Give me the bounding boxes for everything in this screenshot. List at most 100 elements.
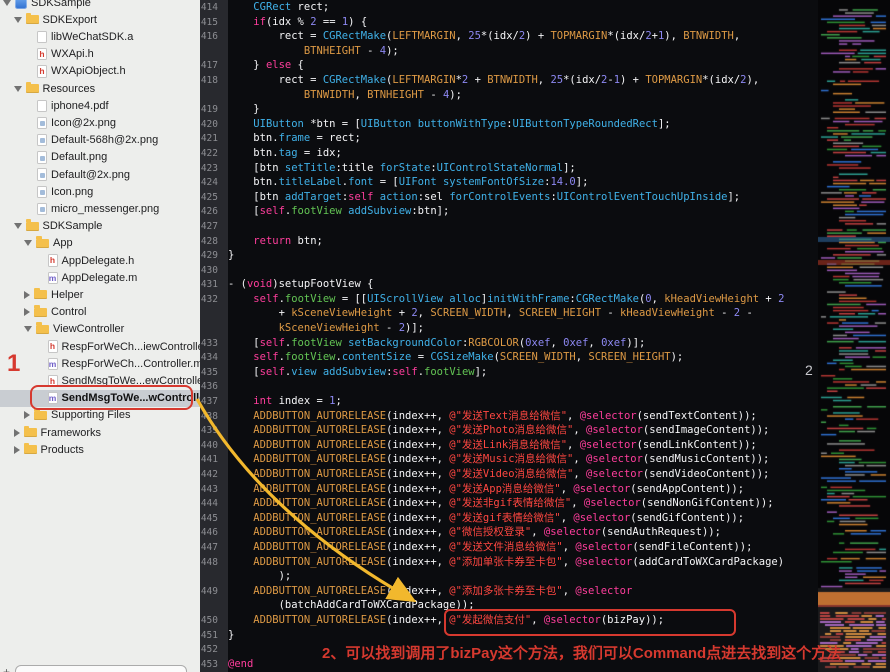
code-line[interactable]: 425 [btn addTarget:self action:sel forCo… bbox=[200, 190, 818, 205]
code-line[interactable]: 442 ADDBUTTON_AUTORELEASE(index++, @"发送V… bbox=[200, 467, 818, 482]
file-tree-item[interactable]: h WXApi.h bbox=[0, 46, 200, 63]
file-tree-item[interactable]: App bbox=[0, 235, 200, 252]
code-line[interactable]: 434 self.footView.contentSize = CGSizeMa… bbox=[200, 350, 818, 365]
file-tree-item[interactable]: SDKExport bbox=[0, 11, 200, 28]
disclosure-triangle-icon[interactable] bbox=[13, 223, 22, 230]
code-line[interactable]: ); bbox=[200, 569, 818, 584]
image-file-icon bbox=[37, 151, 47, 164]
disclosure-triangle-icon[interactable] bbox=[3, 0, 11, 6]
line-number: 433 bbox=[200, 337, 218, 349]
code-editor[interactable]: 414 CGRect rect; 415 if(idx % 2 == 1) {41… bbox=[200, 0, 818, 672]
disclosure-triangle-icon[interactable] bbox=[24, 326, 32, 333]
line-number: 414 bbox=[200, 2, 218, 13]
header-file-icon: h bbox=[37, 47, 47, 61]
line-number: 432 bbox=[200, 293, 218, 305]
file-tree-item[interactable]: h WXApiObject.h bbox=[0, 63, 200, 80]
code-line[interactable]: 415 if(idx % 2 == 1) { bbox=[200, 15, 818, 30]
disclosure-triangle-icon[interactable] bbox=[24, 290, 30, 299]
code-line[interactable]: 416 rect = CGRectMake(LEFTMARGIN, 25*(id… bbox=[200, 29, 818, 44]
file-tree-item[interactable]: Default.png bbox=[0, 149, 200, 166]
file-name: Products bbox=[40, 443, 84, 456]
line-number: 420 bbox=[200, 118, 218, 130]
file-tree-item[interactable]: Icon.png bbox=[0, 183, 200, 200]
code-line[interactable]: kSceneViewHeight - 2)]; bbox=[200, 321, 818, 336]
file-tree-item[interactable]: Products bbox=[0, 441, 200, 458]
image-file-icon bbox=[37, 133, 47, 147]
line-number: 453 bbox=[200, 658, 218, 670]
file-tree-item[interactable]: Icon@2x.png bbox=[0, 114, 200, 131]
folder-icon bbox=[25, 81, 39, 94]
code-line[interactable]: 432 self.footView = [[UIScrollView alloc… bbox=[200, 292, 818, 307]
line-number: 439 bbox=[200, 425, 218, 437]
add-button[interactable]: + bbox=[3, 665, 10, 672]
folder-icon bbox=[23, 442, 37, 455]
file-tree-item[interactable]: Resources bbox=[0, 80, 200, 97]
file-tree-item[interactable]: Frameworks bbox=[0, 424, 200, 441]
code-line[interactable]: 423 [btn setTitle:title forState:UIContr… bbox=[200, 161, 818, 176]
file-tree-item[interactable]: SDKSample bbox=[0, 0, 200, 11]
file-name: WXApiObject.h bbox=[51, 65, 126, 78]
code-line[interactable]: 419 } bbox=[200, 102, 818, 117]
file-tree-item[interactable]: Default-568h@2x.png bbox=[0, 132, 200, 149]
disclosure-triangle-icon[interactable] bbox=[13, 16, 22, 23]
code-line[interactable]: 427 bbox=[200, 219, 818, 234]
disclosure-triangle-icon[interactable] bbox=[13, 85, 22, 92]
code-line[interactable]: 441 ADDBUTTON_AUTORELEASE(index++, @"发送M… bbox=[200, 452, 818, 467]
file-tree-item[interactable]: libWeChatSDK.a bbox=[0, 28, 200, 45]
code-line[interactable]: 429} bbox=[200, 248, 818, 263]
file-tree-item[interactable]: m RespForWeCh...Controller.mm bbox=[0, 355, 200, 372]
code-line[interactable]: 447 ADDBUTTON_AUTORELEASE(index++, @"发送文… bbox=[200, 540, 818, 555]
minimap[interactable] bbox=[818, 0, 890, 672]
code-line[interactable]: 446 ADDBUTTON_AUTORELEASE(index++, @"微信授… bbox=[200, 525, 818, 540]
file-name: AppDelegate.h bbox=[61, 254, 135, 267]
file-tree-item[interactable]: micro_messenger.png bbox=[0, 200, 200, 217]
line-number: 452 bbox=[200, 644, 218, 656]
code-line[interactable]: 449 ADDBUTTON_AUTORELEASE(index++, @"添加多… bbox=[200, 584, 818, 599]
file-tree-item[interactable]: Helper bbox=[0, 286, 200, 303]
code-line[interactable]: 430 bbox=[200, 263, 818, 278]
code-line[interactable]: 435 [self.view addSubview:self.footView]… bbox=[200, 365, 818, 380]
code-line[interactable]: 418 rect = CGRectMake(LEFTMARGIN*2 + BTN… bbox=[200, 73, 818, 88]
code-line[interactable]: BTNWIDTH, BTNHEIGHT - 4); bbox=[200, 88, 818, 103]
code-line[interactable]: 431- (void)setupFootView { bbox=[200, 277, 818, 292]
file-tree-item[interactable]: h AppDelegate.h bbox=[0, 252, 200, 269]
file-tree-item[interactable]: iphone4.pdf bbox=[0, 97, 200, 114]
code-line[interactable]: 414 CGRect rect; bbox=[200, 0, 818, 15]
code-line[interactable]: 417 } else { bbox=[200, 58, 818, 73]
file-tree-item[interactable]: m AppDelegate.m bbox=[0, 269, 200, 286]
file-tree-item[interactable]: SDKSample bbox=[0, 218, 200, 235]
code-line[interactable]: 438 ADDBUTTON_AUTORELEASE(index++, @"发送T… bbox=[200, 409, 818, 424]
line-number: 423 bbox=[200, 162, 218, 174]
filter-input[interactable] bbox=[15, 665, 187, 672]
code-line[interactable]: 444 ADDBUTTON_AUTORELEASE(index++, @"发送非… bbox=[200, 496, 818, 511]
code-line[interactable]: 439 ADDBUTTON_AUTORELEASE(index++, @"发送P… bbox=[200, 423, 818, 438]
code-line[interactable]: 433 [self.footView setBackgroundColor:RG… bbox=[200, 336, 818, 351]
file-tree-item[interactable]: Default@2x.png bbox=[0, 166, 200, 183]
header-file-icon: h bbox=[37, 65, 47, 78]
disclosure-triangle-icon[interactable] bbox=[24, 308, 30, 317]
disclosure-triangle-icon[interactable] bbox=[13, 445, 20, 454]
disclosure-triangle-icon[interactable] bbox=[24, 240, 32, 247]
line-number: 426 bbox=[200, 206, 218, 218]
generic-file-icon bbox=[37, 99, 47, 113]
code-line[interactable]: + kSceneViewHeight + 2, SCREEN_WIDTH, SC… bbox=[200, 306, 818, 321]
code-line[interactable]: 445 ADDBUTTON_AUTORELEASE(index++, @"发送g… bbox=[200, 511, 818, 526]
disclosure-triangle-icon[interactable] bbox=[24, 411, 30, 420]
code-line[interactable]: 420 UIButton *btn = [UIButton buttonWith… bbox=[200, 117, 818, 132]
file-tree-item[interactable]: Control bbox=[0, 304, 200, 321]
code-line[interactable]: 422 btn.tag = idx; bbox=[200, 146, 818, 161]
code-line[interactable]: 424 btn.titleLabel.font = [UIFont system… bbox=[200, 175, 818, 190]
code-line[interactable]: 436 bbox=[200, 379, 818, 394]
disclosure-triangle-icon[interactable] bbox=[13, 428, 20, 437]
code-line[interactable]: 443 ADDBUTTON_AUTORELEASE(index++, @"发送A… bbox=[200, 482, 818, 497]
code-line[interactable]: 440 ADDBUTTON_AUTORELEASE(index++, @"发送L… bbox=[200, 438, 818, 453]
code-line[interactable]: 437 int index = 1; bbox=[200, 394, 818, 409]
code-line[interactable]: 428 return btn; bbox=[200, 234, 818, 249]
code-line[interactable]: BTNHEIGHT - 4); bbox=[200, 44, 818, 59]
line-number: 440 bbox=[200, 439, 218, 451]
file-tree-item[interactable]: hRespForWeCh...iewController.h bbox=[0, 338, 200, 355]
code-line[interactable]: 421 btn.frame = rect; bbox=[200, 131, 818, 146]
code-line[interactable]: 448 ADDBUTTON_AUTORELEASE(index++, @"添加单… bbox=[200, 555, 818, 570]
file-tree-item[interactable]: ViewController bbox=[0, 321, 200, 338]
code-line[interactable]: 426 [self.footView addSubview:btn]; bbox=[200, 204, 818, 219]
